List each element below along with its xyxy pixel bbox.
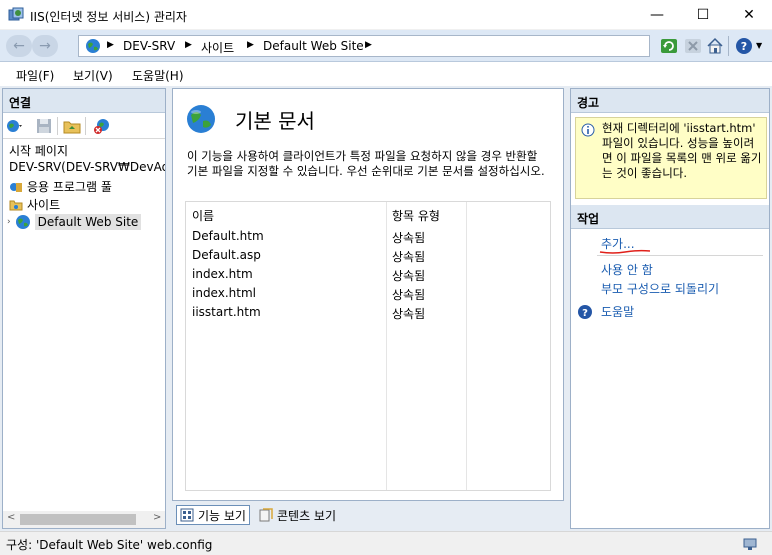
folder-up-icon[interactable] (63, 117, 81, 135)
status-text: 구성: 'Default Web Site' web.config (6, 538, 213, 552)
help-icon[interactable]: ? (735, 37, 753, 55)
breadcrumb-separator-icon: ▶ (365, 40, 372, 50)
view-tabs: 기능 보기 콘텐츠 보기 (172, 503, 564, 527)
svg-text:?: ? (741, 40, 747, 53)
menu-help[interactable]: 도움말(H) (132, 67, 184, 84)
work-area: 연결 시작 페이지 DEV-SRV(DEV-SRV₩DevA 응용 프로그램 풀… (0, 86, 772, 531)
breadcrumb-site[interactable]: Default Web Site (263, 39, 364, 53)
tree-node-app-pools[interactable]: 응용 프로그램 풀 (9, 178, 112, 195)
svg-text:?: ? (582, 308, 588, 319)
toolbar-separator (57, 117, 58, 135)
folder-icon (9, 200, 23, 210)
title-bar: IIS(인터넷 정보 서비스) 관리자 — ☐ ✕ (0, 0, 772, 30)
tab-content-view[interactable]: 콘텐츠 보기 (256, 505, 339, 525)
status-bar: 구성: 'Default Web Site' web.config (0, 531, 772, 555)
page-title: 기본 문서 (235, 109, 315, 133)
tab-features-view[interactable]: 기능 보기 (176, 505, 250, 525)
address-toolbar: ← → ▶ DEV-SRV ▶ 사이트 ▶ Default Web Site ▶… (0, 30, 772, 62)
minimize-button[interactable]: — (634, 0, 680, 30)
actions-header: 작업 (571, 205, 769, 229)
stop-icon[interactable] (684, 37, 702, 55)
scroll-right-icon[interactable]: > (153, 512, 161, 523)
feature-pane: 기본 문서 이 기능을 사용하여 클라이언트가 특정 파일을 요청하지 않을 경… (172, 88, 564, 501)
menu-file[interactable]: 파일(F) (16, 67, 54, 84)
features-view-icon (180, 508, 194, 522)
toolbar-separator (728, 36, 729, 56)
actions-pane: 경고 현재 디렉터리에 'iisstart.htm' 파일이 있습니다. 성능을… (570, 88, 770, 529)
alerts-header: 경고 (571, 89, 769, 113)
maximize-button[interactable]: ☐ (680, 0, 726, 30)
connections-header: 연결 (3, 89, 165, 113)
back-button[interactable]: ← (6, 35, 32, 57)
alert-text: 현재 디렉터리에 'iisstart.htm' 파일이 있습니다. 성능을 높이… (602, 121, 762, 180)
address-field[interactable]: ▶ DEV-SRV ▶ 사이트 ▶ Default Web Site ▶ (78, 35, 650, 57)
connections-toolbar (3, 113, 165, 139)
menu-bar: 파일(F) 보기(V) 도움말(H) (0, 62, 772, 86)
help-dropdown-icon[interactable]: ▼ (756, 41, 762, 50)
help-action[interactable]: ? 도움말 (577, 303, 634, 320)
close-button[interactable]: ✕ (726, 0, 772, 30)
disconnect-icon[interactable] (93, 117, 111, 135)
forward-button[interactable]: → (32, 35, 58, 57)
scrollbar-thumb[interactable] (20, 514, 136, 525)
network-status-icon (743, 538, 757, 550)
revert-to-parent-action-link[interactable]: 부모 구성으로 되돌리기 (601, 280, 719, 297)
content-view-icon (259, 508, 273, 522)
globe-icon (86, 39, 100, 53)
globe-icon (15, 215, 30, 229)
scroll-left-icon[interactable]: < (7, 512, 15, 523)
breadcrumb-separator-icon: ▶ (185, 40, 192, 50)
connections-pane: 연결 시작 페이지 DEV-SRV(DEV-SRV₩DevA 응용 프로그램 풀… (2, 88, 166, 529)
iis-app-icon (8, 7, 24, 21)
breadcrumb-server[interactable]: DEV-SRV (123, 39, 175, 53)
column-header-name[interactable]: 이름 (192, 207, 214, 224)
feature-description: 이 기능을 사용하여 클라이언트가 특정 파일을 요청하지 않을 경우 반환할 … (187, 149, 545, 178)
actions-separator (597, 255, 763, 256)
column-divider (386, 202, 387, 490)
tree-node-server[interactable]: DEV-SRV(DEV-SRV₩DevAdmin) (9, 160, 165, 174)
home-icon[interactable] (706, 37, 724, 55)
window-title: IIS(인터넷 정보 서비스) 관리자 (30, 10, 187, 24)
breadcrumb-separator-icon: ▶ (247, 40, 254, 50)
tree-node-default-web-site[interactable]: › Default Web Site (7, 214, 142, 230)
refresh-icon[interactable] (660, 37, 678, 55)
help-action-link[interactable]: 도움말 (601, 303, 634, 320)
info-icon (581, 123, 595, 137)
default-document-globe-icon (187, 105, 215, 133)
menu-view[interactable]: 보기(V) (73, 67, 113, 84)
default-documents-list[interactable]: 이름 항목 유형 Default.htm 상속됨 Default.asp 상속됨… (185, 201, 551, 491)
connect-icon[interactable] (5, 117, 23, 135)
alert-message-box: 현재 디렉터리에 'iisstart.htm' 파일이 있습니다. 성능을 높이… (575, 117, 767, 199)
column-divider (466, 202, 467, 490)
disable-action-link[interactable]: 사용 안 함 (601, 261, 653, 278)
breadcrumb-sites[interactable]: 사이트 (201, 39, 234, 56)
tree-node-sites[interactable]: 사이트 (9, 196, 60, 213)
help-icon: ? (578, 304, 592, 319)
column-header-entry-type[interactable]: 항목 유형 (392, 207, 440, 224)
toolbar-separator (85, 117, 86, 135)
horizontal-scrollbar[interactable]: < > (3, 511, 165, 528)
save-icon[interactable] (35, 117, 53, 135)
tree-node-start-page[interactable]: 시작 페이지 (9, 142, 68, 159)
breadcrumb-separator-icon: ▶ (107, 40, 114, 50)
app-pool-icon (10, 182, 22, 192)
expand-chevron-icon[interactable]: › (7, 217, 11, 227)
